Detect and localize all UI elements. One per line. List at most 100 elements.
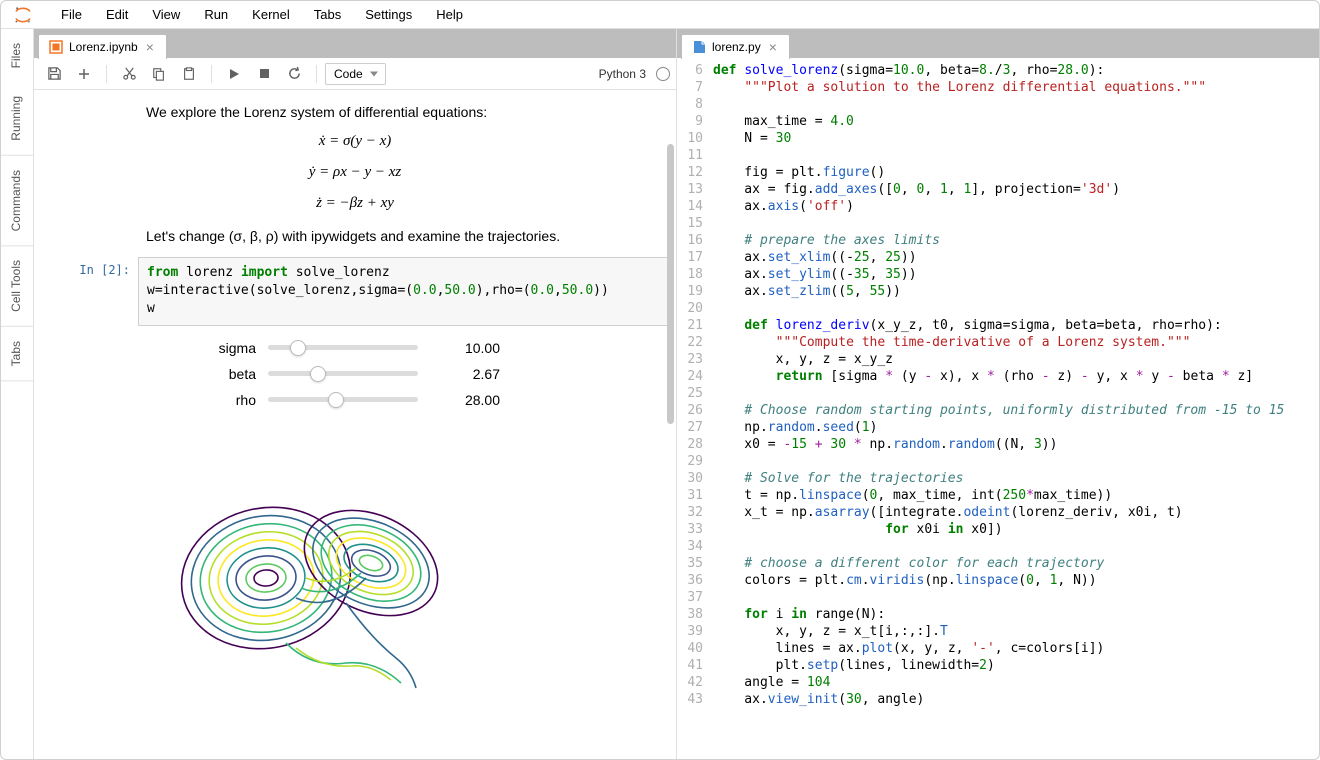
code-line[interactable]: 15: [677, 215, 1319, 232]
code-line[interactable]: 37: [677, 589, 1319, 606]
side-tab-cell-tools[interactable]: Cell Tools: [1, 246, 33, 327]
code-line[interactable]: 28 x0 = -15 + 30 * np.random.random((N, …: [677, 436, 1319, 453]
line-number: 18: [677, 266, 713, 283]
line-text: ax.axis('off'): [713, 198, 1319, 215]
line-number: 38: [677, 606, 713, 623]
code-line[interactable]: 29: [677, 453, 1319, 470]
tab-lorenz-py[interactable]: lorenz.py ×: [681, 34, 790, 59]
code-line[interactable]: 22 """Compute the time-derivative of a L…: [677, 334, 1319, 351]
notebook-body[interactable]: We explore the Lorenz system of differen…: [34, 90, 676, 759]
save-button[interactable]: [40, 62, 68, 86]
separator: [211, 65, 212, 83]
menu-settings[interactable]: Settings: [353, 3, 424, 26]
code-line[interactable]: 19 ax.set_zlim((5, 55)): [677, 283, 1319, 300]
side-tab-tabs[interactable]: Tabs: [1, 327, 33, 381]
code-line[interactable]: 38 for i in range(N):: [677, 606, 1319, 623]
side-tab-commands[interactable]: Commands: [1, 156, 33, 246]
line-text: [713, 453, 1319, 470]
cut-button[interactable]: [115, 62, 143, 86]
slider-thumb[interactable]: [310, 366, 326, 382]
line-number: 32: [677, 504, 713, 521]
code-line[interactable]: 21 def lorenz_deriv(x_y_z, t0, sigma=sig…: [677, 317, 1319, 334]
code-line[interactable]: 7 """Plot a solution to the Lorenz diffe…: [677, 79, 1319, 96]
copy-button[interactable]: [145, 62, 173, 86]
code-line[interactable]: 13 ax = fig.add_axes([0, 0, 1, 1], proje…: [677, 181, 1319, 198]
menu-help[interactable]: Help: [424, 3, 475, 26]
code-line[interactable]: 18 ax.set_ylim((-35, 35)): [677, 266, 1319, 283]
code-line[interactable]: 11: [677, 147, 1319, 164]
code-line[interactable]: 9 max_time = 4.0: [677, 113, 1319, 130]
code-line[interactable]: 33 for x0i in x0]): [677, 521, 1319, 538]
slider-track[interactable]: [268, 371, 418, 376]
code-line[interactable]: 34: [677, 538, 1319, 555]
side-tab-running[interactable]: Running: [1, 82, 33, 156]
add-cell-button[interactable]: [70, 62, 98, 86]
line-number: 31: [677, 487, 713, 504]
code-line[interactable]: 23 x, y, z = x_y_z: [677, 351, 1319, 368]
menu-view[interactable]: View: [140, 3, 192, 26]
code-line[interactable]: 41 plt.setp(lines, linewidth=2): [677, 657, 1319, 674]
kernel-name[interactable]: Python 3: [599, 67, 646, 81]
code-line[interactable]: 43 ax.view_init(30, angle): [677, 691, 1319, 708]
line-text: N = 30: [713, 130, 1319, 147]
slider-track[interactable]: [268, 345, 418, 350]
code-line[interactable]: 25: [677, 385, 1319, 402]
tab-lorenz-notebook[interactable]: Lorenz.ipynb ×: [38, 34, 167, 59]
code-line[interactable]: 27 np.random.seed(1): [677, 419, 1319, 436]
restart-button[interactable]: [280, 62, 308, 86]
code-line[interactable]: 16 # prepare the axes limits: [677, 232, 1319, 249]
code-line[interactable]: 6def solve_lorenz(sigma=10.0, beta=8./3,…: [677, 62, 1319, 79]
code-line[interactable]: 36 colors = plt.cm.viridis(np.linspace(0…: [677, 572, 1319, 589]
markdown-intro: We explore the Lorenz system of differen…: [146, 102, 648, 123]
code-line[interactable]: 10 N = 30: [677, 130, 1319, 147]
code-line[interactable]: 17 ax.set_xlim((-25, 25)): [677, 249, 1319, 266]
stop-button[interactable]: [250, 62, 278, 86]
code-cell[interactable]: In [2]: from lorenz import solve_lorenz …: [42, 257, 668, 326]
separator: [316, 65, 317, 83]
code-line[interactable]: 30 # Solve for the trajectories: [677, 470, 1319, 487]
code-line[interactable]: 31 t = np.linspace(0, max_time, int(250*…: [677, 487, 1319, 504]
code-line[interactable]: 39 x, y, z = x_t[i,:,:].T: [677, 623, 1319, 640]
code-line[interactable]: 32 x_t = np.asarray([integrate.odeint(lo…: [677, 504, 1319, 521]
code-line[interactable]: 8: [677, 96, 1319, 113]
line-text: for x0i in x0]): [713, 521, 1319, 538]
code-line[interactable]: 14 ax.axis('off'): [677, 198, 1319, 215]
close-icon[interactable]: ×: [767, 40, 779, 54]
menu-kernel[interactable]: Kernel: [240, 3, 302, 26]
cell-type-select[interactable]: Code: [325, 63, 386, 85]
tab-bar-right: lorenz.py ×: [677, 29, 1319, 58]
close-icon[interactable]: ×: [144, 40, 156, 54]
code-line[interactable]: 35 # choose a different color for each t…: [677, 555, 1319, 572]
code-input[interactable]: from lorenz import solve_lorenz w=intera…: [138, 257, 668, 326]
line-number: 23: [677, 351, 713, 368]
line-text: colors = plt.cm.viridis(np.linspace(0, 1…: [713, 572, 1319, 589]
menu-file[interactable]: File: [49, 3, 94, 26]
slider-track[interactable]: [268, 397, 418, 402]
code-line[interactable]: 42 angle = 104: [677, 674, 1319, 691]
line-number: 14: [677, 198, 713, 215]
line-number: 30: [677, 470, 713, 487]
line-number: 15: [677, 215, 713, 232]
run-button[interactable]: [220, 62, 248, 86]
code-line[interactable]: 24 return [sigma * (y - x), x * (rho - z…: [677, 368, 1319, 385]
slider-thumb[interactable]: [328, 392, 344, 408]
line-text: x_t = np.asarray([integrate.odeint(loren…: [713, 504, 1319, 521]
lorenz-plot: [146, 428, 668, 711]
slider-value: 2.67: [430, 366, 500, 382]
code-line[interactable]: 20: [677, 300, 1319, 317]
equation-3: ż = −βz + xy: [42, 195, 668, 212]
code-line[interactable]: 26 # Choose random starting points, unif…: [677, 402, 1319, 419]
side-tab-files[interactable]: Files: [1, 29, 33, 82]
text-editor[interactable]: 6def solve_lorenz(sigma=10.0, beta=8./3,…: [677, 58, 1319, 759]
paste-button[interactable]: [175, 62, 203, 86]
line-text: ax.set_zlim((5, 55)): [713, 283, 1319, 300]
menu-tabs[interactable]: Tabs: [302, 3, 353, 26]
input-prompt: In [2]:: [42, 257, 138, 326]
scrollbar[interactable]: [667, 144, 674, 424]
code-line[interactable]: 12 fig = plt.figure(): [677, 164, 1319, 181]
code-line[interactable]: 40 lines = ax.plot(x, y, z, '-', c=color…: [677, 640, 1319, 657]
menu-edit[interactable]: Edit: [94, 3, 140, 26]
slider-thumb[interactable]: [290, 340, 306, 356]
line-number: 17: [677, 249, 713, 266]
menu-run[interactable]: Run: [192, 3, 240, 26]
